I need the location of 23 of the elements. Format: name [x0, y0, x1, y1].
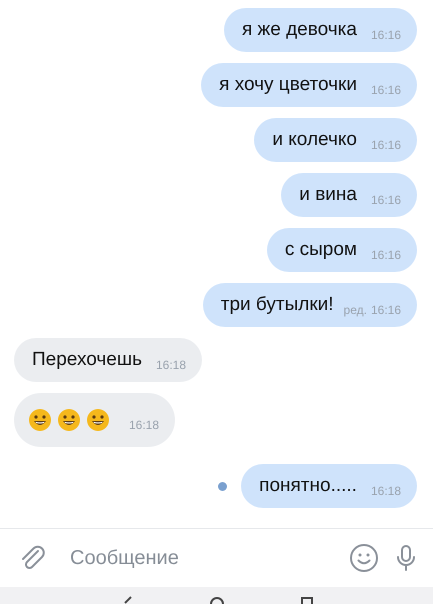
message-time: 16:18 [370, 484, 401, 498]
smiley-emoji-icon [57, 408, 81, 432]
message-text: Перехочешь [32, 349, 142, 371]
smiley-icon[interactable] [349, 543, 379, 573]
message-time: 16:16 [370, 303, 401, 317]
message-text: и вина [299, 184, 357, 206]
message-text: понятно..... [259, 475, 357, 497]
message-time: 16:18 [129, 418, 160, 432]
message-time: 16:16 [370, 138, 401, 152]
smiley-emoji-icon [86, 408, 110, 432]
message-time: 16:18 [156, 358, 186, 372]
message-time: 16:16 [370, 28, 401, 42]
message-input[interactable]: Сообщение [68, 546, 337, 570]
message-time: 16:16 [370, 193, 401, 207]
message-text: я хочу цветочки [219, 74, 357, 96]
message-time: 16:16 [370, 83, 401, 97]
message-text: я же девочка [242, 19, 357, 41]
message-text: и колечко [272, 129, 357, 151]
smiley-emoji-icon [28, 408, 52, 432]
message-text: с сыром [284, 239, 357, 261]
message-time: 16:16 [370, 248, 401, 262]
message-text: три бутылки! [220, 294, 334, 316]
edited-label: ред. [344, 303, 367, 317]
